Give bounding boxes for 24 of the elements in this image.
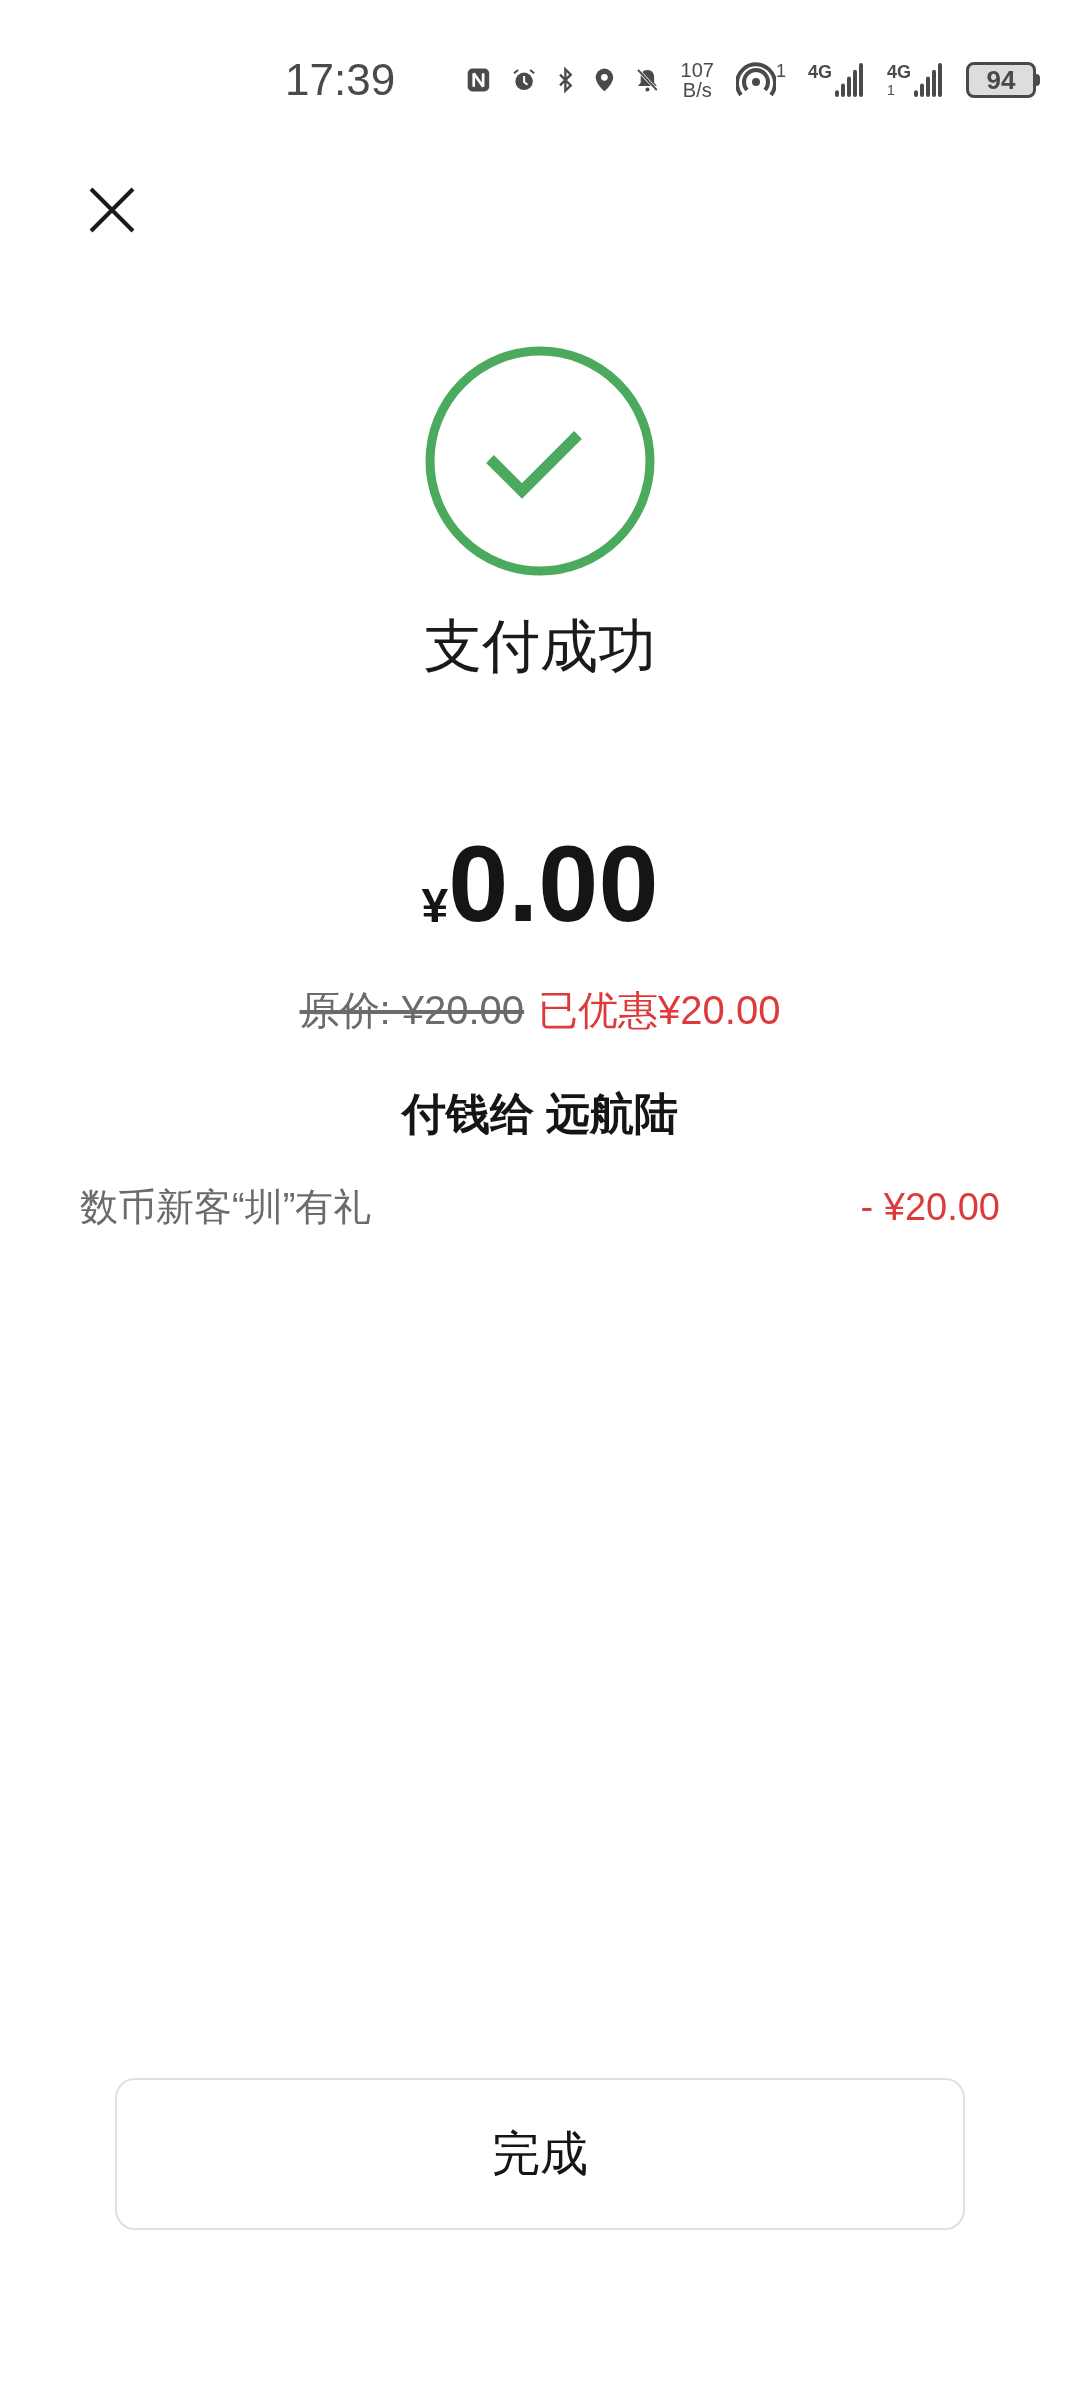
network-type: 4G — [807, 63, 832, 81]
network-speed-value: 107 — [680, 60, 714, 80]
discount-label: 数币新客“圳”有礼 — [80, 1188, 372, 1226]
close-button[interactable] — [88, 186, 136, 234]
signal-icon — [914, 63, 944, 97]
discount-total: 已优惠¥20.00 — [538, 990, 781, 1030]
hotspot-count: 1 — [775, 62, 786, 80]
signal-icon — [835, 63, 865, 97]
battery-tip — [1036, 74, 1040, 86]
discount-amount: - ¥20.00 — [860, 1188, 1000, 1226]
sim-slot: 1 — [887, 83, 911, 97]
network-type: 4G — [887, 63, 911, 81]
paid-amount: 0.00 — [448, 830, 659, 938]
done-button[interactable]: 完成 — [115, 2078, 965, 2230]
hotspot-icon — [735, 62, 776, 98]
payment-status-title: 支付成功 — [424, 617, 656, 675]
currency-symbol: ¥ — [421, 882, 449, 930]
status-time: 17:39 — [285, 54, 396, 106]
success-check-icon — [424, 345, 656, 577]
battery-icon: 94 — [966, 62, 1036, 98]
original-price: 原价: ¥20.00 — [299, 990, 525, 1030]
close-icon — [88, 186, 136, 234]
payee-name: 付钱给 远航陆 — [401, 1092, 679, 1136]
network-speed-unit: B/s — [682, 80, 712, 100]
